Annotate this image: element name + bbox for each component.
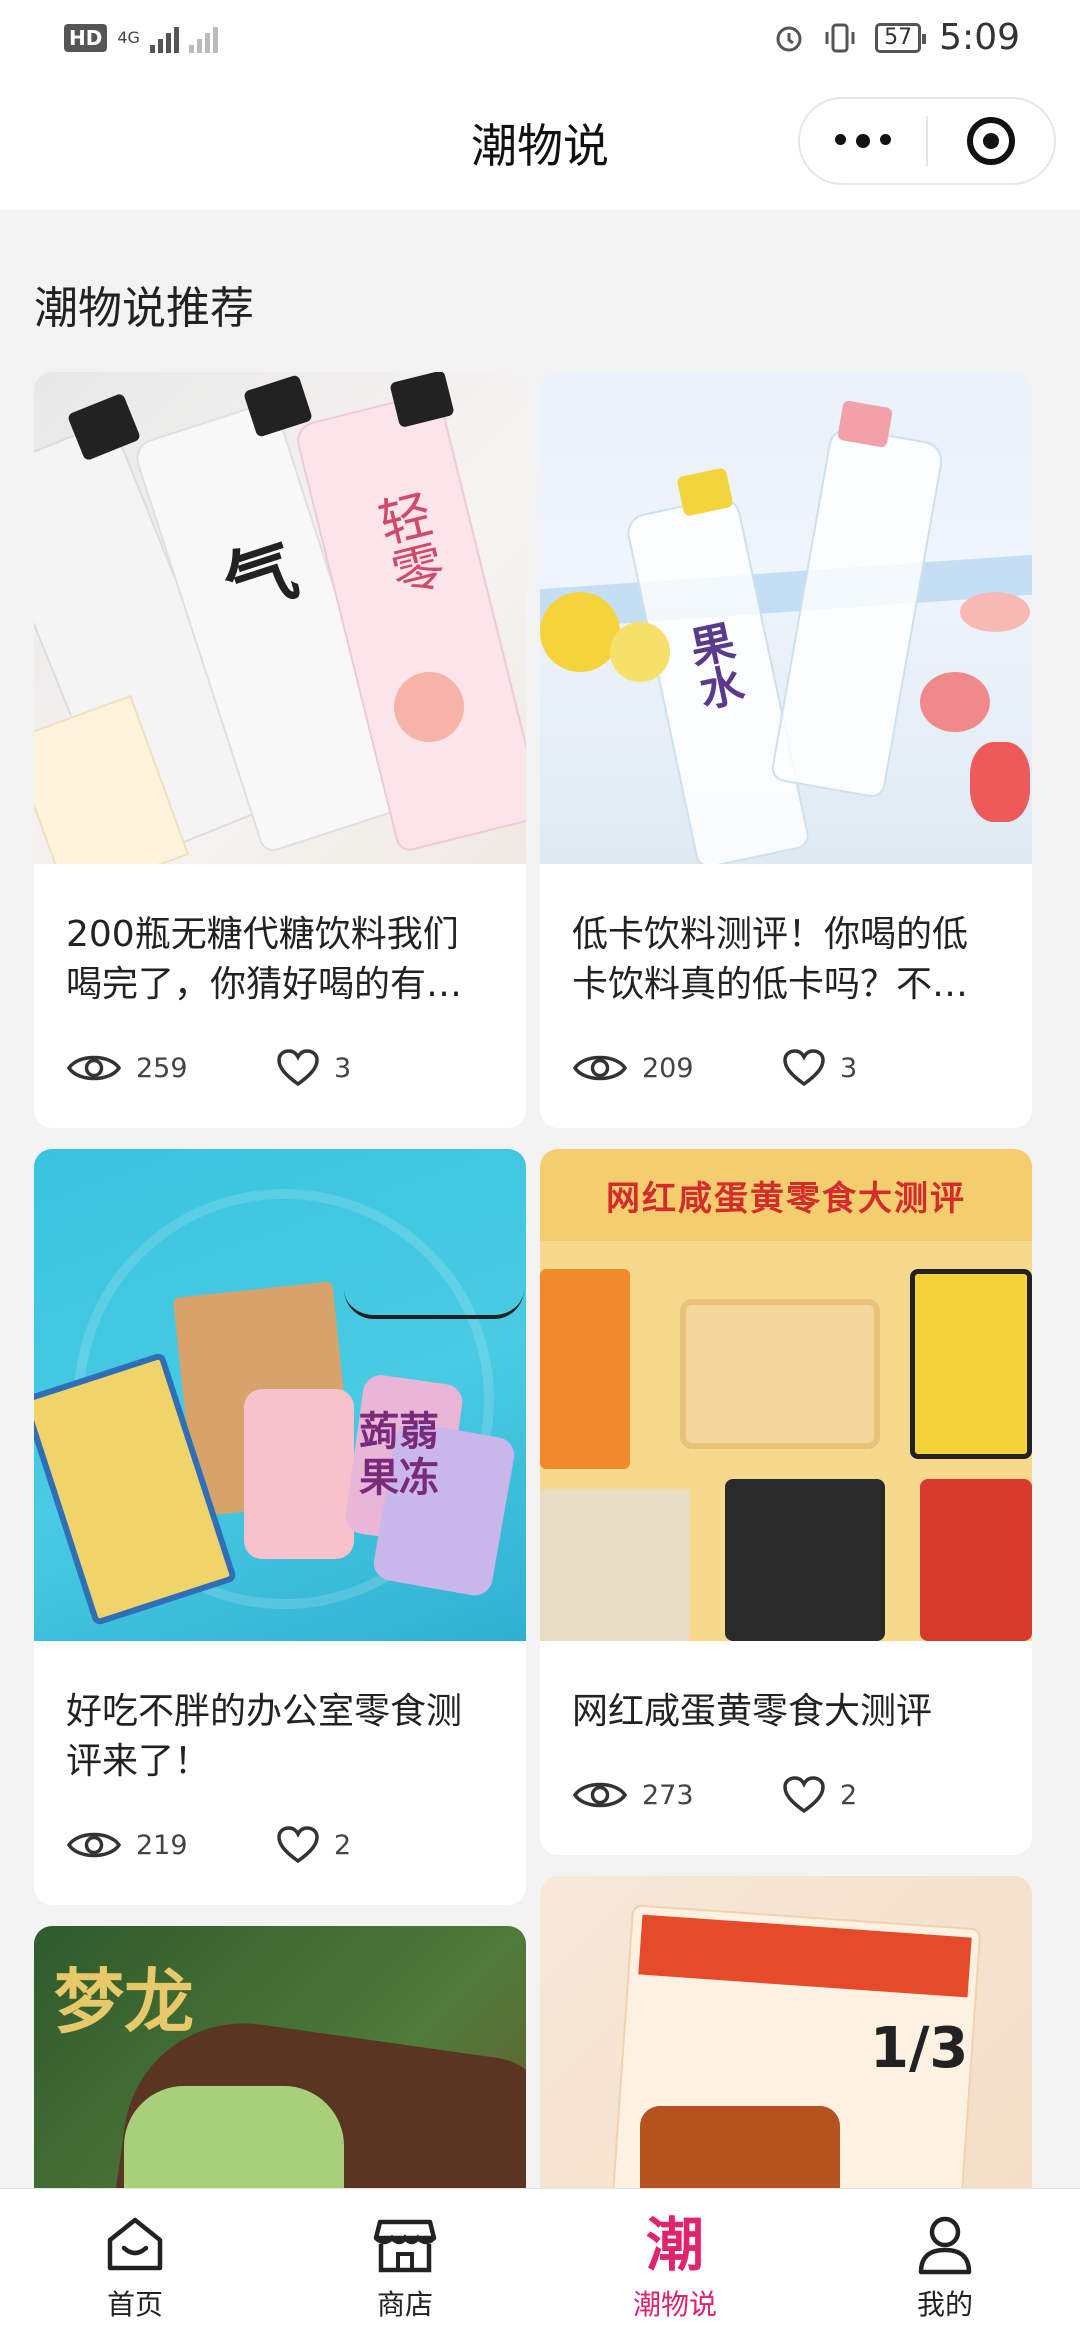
view-count: 259 bbox=[66, 1050, 276, 1086]
view-count: 219 bbox=[66, 1827, 276, 1863]
chao-icon: 潮 bbox=[645, 2211, 704, 2279]
section-title: 潮物说推荐 bbox=[34, 283, 254, 334]
signal-icon bbox=[149, 23, 179, 53]
office-snacks-image: 蒟蒻果冻 bbox=[34, 1149, 526, 1641]
view-count-value: 259 bbox=[136, 1052, 188, 1084]
home-icon bbox=[107, 2217, 163, 2271]
article-card[interactable]: 网红咸蛋黄零食大测评 网红咸蛋黄零食大测评 273 2 bbox=[540, 1149, 1032, 1855]
article-card[interactable]: 蒟蒻果冻 好吃不胖的办公室零食测评来了！ 219 2 bbox=[34, 1149, 526, 1905]
like-count[interactable]: 2 bbox=[276, 1825, 351, 1865]
tab-home[interactable]: 首页 bbox=[0, 2189, 270, 2340]
package-label: 1/3 bbox=[870, 2016, 969, 2081]
tab-label: 我的 bbox=[916, 2288, 973, 2321]
heart-icon bbox=[277, 1049, 319, 1087]
signal-2-icon bbox=[188, 23, 218, 53]
card-title: 低卡饮料测评！你喝的低卡饮料真的低卡吗？不要... bbox=[572, 914, 969, 1005]
tab-label: 首页 bbox=[106, 2288, 163, 2321]
tab-label: 潮物说 bbox=[632, 2288, 717, 2321]
store-icon bbox=[373, 2219, 437, 2273]
miniapp-capsule bbox=[798, 97, 1056, 185]
brand-text: 梦龙 bbox=[54, 1961, 194, 2043]
like-count-value: 3 bbox=[840, 1052, 858, 1084]
like-count-value: 2 bbox=[840, 1779, 858, 1811]
view-count: 209 bbox=[572, 1050, 782, 1086]
eye-icon bbox=[66, 1832, 122, 1858]
battery-icon: 57 bbox=[875, 22, 927, 53]
network-type: 4G bbox=[117, 28, 140, 47]
card-title: 200瓶无糖代糖饮料我们喝完了，你猜好喝的有多... bbox=[66, 914, 459, 1005]
view-count-value: 273 bbox=[642, 1779, 694, 1811]
tab-label: 商店 bbox=[376, 2288, 433, 2321]
profile-icon bbox=[918, 2216, 972, 2275]
status-bar: HD 4G 57 5:09 bbox=[0, 0, 1080, 75]
eye-icon bbox=[66, 1055, 122, 1081]
nav-bar: 潮物说 bbox=[0, 75, 1080, 210]
banner-text: 网红咸蛋黄零食大测评 bbox=[606, 1178, 966, 1219]
card-title: 网红咸蛋黄零食大测评 bbox=[572, 1691, 933, 1732]
tab-chaowushuo[interactable]: 潮 潮物说 bbox=[540, 2189, 810, 2340]
hd-badge: HD bbox=[64, 23, 108, 52]
view-count-value: 219 bbox=[136, 1829, 188, 1861]
like-count-value: 2 bbox=[334, 1829, 352, 1861]
heart-icon bbox=[277, 1826, 319, 1864]
article-card[interactable]: 气 轻零 200瓶无糖代糖饮料我们喝完了，你猜好喝的有多... 259 3 bbox=[34, 372, 526, 1128]
salted-egg-snacks-image: 网红咸蛋黄零食大测评 bbox=[540, 1149, 1032, 1641]
heart-icon bbox=[783, 1776, 825, 1814]
more-options-button[interactable] bbox=[800, 134, 926, 148]
jelly-label: 蒟蒻果冻 bbox=[359, 1409, 439, 1501]
like-count[interactable]: 3 bbox=[782, 1048, 857, 1088]
close-miniapp-button[interactable] bbox=[928, 117, 1054, 165]
eye-icon bbox=[572, 1782, 628, 1808]
page-title: 潮物说 bbox=[471, 118, 609, 173]
drink-bottles-image: 气 轻零 bbox=[34, 372, 526, 864]
alarm-icon bbox=[776, 26, 802, 51]
like-count[interactable]: 2 bbox=[782, 1775, 857, 1815]
fruit-water-bottles-image: 果水 bbox=[540, 372, 1032, 864]
like-count[interactable]: 3 bbox=[276, 1048, 351, 1088]
vibrate-icon bbox=[825, 23, 855, 52]
heart-icon bbox=[783, 1049, 825, 1087]
status-time: 5:09 bbox=[939, 17, 1020, 58]
article-card[interactable]: 果水 低卡饮料测评！你喝的低卡饮料真的低卡吗？不要... 209 3 bbox=[540, 372, 1032, 1128]
tab-store[interactable]: 商店 bbox=[270, 2189, 540, 2340]
card-title: 好吃不胖的办公室零食测评来了！ bbox=[66, 1691, 463, 1782]
view-count: 273 bbox=[572, 1777, 782, 1813]
target-icon bbox=[967, 117, 1015, 165]
like-count-value: 3 bbox=[334, 1052, 352, 1084]
tab-profile[interactable]: 我的 bbox=[810, 2189, 1080, 2340]
eye-icon bbox=[572, 1055, 628, 1081]
view-count-value: 209 bbox=[642, 1052, 694, 1084]
bottom-tab-bar: 首页 商店 潮 潮物说 我的 bbox=[0, 2188, 1080, 2340]
